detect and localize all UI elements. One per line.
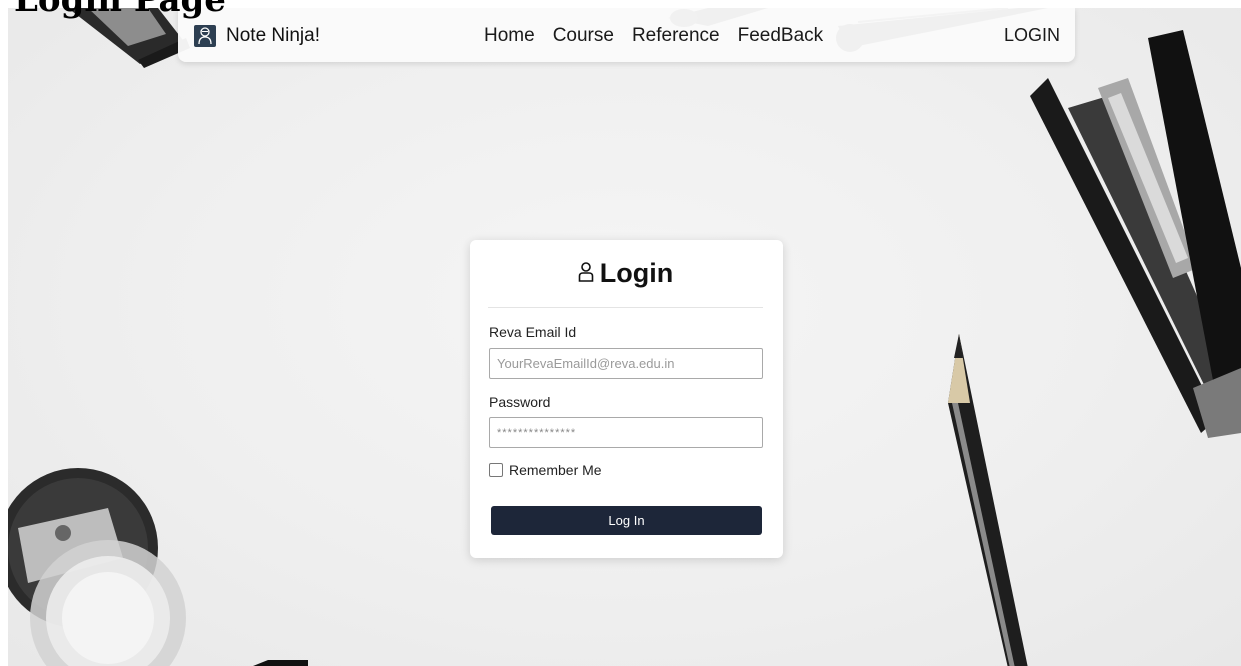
user-icon [578,261,594,287]
top-navbar: Note Ninja! Home Course Reference FeedBa… [178,8,1075,62]
nav-feedback[interactable]: FeedBack [738,25,824,47]
brand[interactable]: Note Ninja! [194,23,320,49]
password-label: Password [489,394,551,410]
login-card-header: Login [488,240,763,308]
remember-label: Remember Me [509,462,602,478]
remember-me: Remember Me [489,462,602,478]
ninja-logo-icon [194,25,216,47]
login-card: Login Reva Email Id Password Remember Me… [470,240,783,558]
marker-bottom [253,660,308,666]
page-heading: Login Page [14,0,226,20]
email-label: Reva Email Id [489,324,577,340]
nav-links: Home Course Reference FeedBack [484,25,823,47]
login-submit-button[interactable]: Log In [491,506,762,535]
brand-name: Note Ninja! [226,25,320,46]
nav-reference[interactable]: Reference [632,25,720,47]
nav-login-link[interactable]: LOGIN [1004,25,1060,46]
login-title: Login [599,258,674,288]
nav-course[interactable]: Course [553,25,614,47]
email-input[interactable] [489,348,763,379]
password-input[interactable] [489,417,763,448]
stapler [1030,30,1241,438]
sharpener [8,468,186,666]
remember-checkbox[interactable] [489,463,503,477]
pencil [948,334,1028,666]
page-screenshot: Note Ninja! Home Course Reference FeedBa… [8,8,1241,666]
nav-home[interactable]: Home [484,25,535,47]
